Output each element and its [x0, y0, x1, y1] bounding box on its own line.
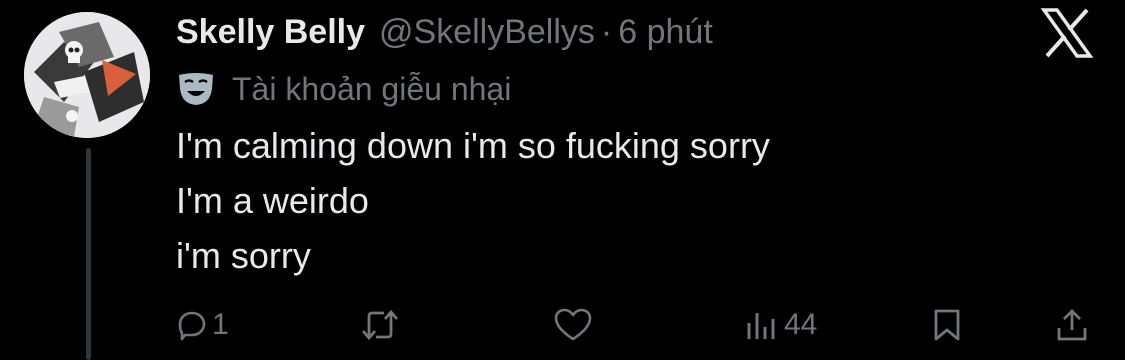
parody-mask-icon: [179, 73, 213, 105]
reply-button[interactable]: 1: [176, 300, 229, 350]
post-line: I'm calming down i'm so fucking sorry: [176, 125, 770, 166]
repost-icon: [361, 309, 399, 341]
reply-icon: [178, 311, 206, 341]
action-bar: 1 44: [176, 300, 1096, 350]
avatar-image: [24, 12, 150, 138]
author-handle[interactable]: @SkellyBellys: [379, 13, 595, 52]
post-text: I'm calming down i'm so fucking sorry I'…: [176, 118, 770, 283]
parody-badge: Tài khoản giễu nhại: [176, 66, 511, 112]
bookmark-icon: [934, 309, 960, 341]
views-icon: [747, 313, 775, 339]
views-count: 44: [784, 308, 818, 341]
reply-count: 1: [212, 308, 229, 341]
parody-label: Tài khoản giễu nhại: [232, 70, 512, 107]
author-name[interactable]: Skelly Belly: [176, 13, 365, 52]
post-time[interactable]: 6 phút: [618, 13, 713, 52]
post-header: Skelly Belly @SkellyBellys · 6 phút: [176, 10, 713, 54]
x-logo-icon: [1040, 6, 1094, 60]
separator-dot: ·: [600, 12, 613, 51]
share-icon: [1057, 309, 1087, 341]
views-button[interactable]: 44: [746, 300, 817, 350]
repost-button[interactable]: [360, 300, 400, 350]
thread-line: [86, 148, 91, 360]
post-line: i'm sorry: [176, 235, 311, 276]
share-button[interactable]: [1056, 300, 1088, 350]
post-line: I'm a weirdo: [176, 180, 369, 221]
like-button[interactable]: [553, 300, 593, 350]
bookmark-button[interactable]: [932, 300, 962, 350]
avatar[interactable]: [24, 12, 150, 138]
like-icon: [554, 308, 592, 341]
